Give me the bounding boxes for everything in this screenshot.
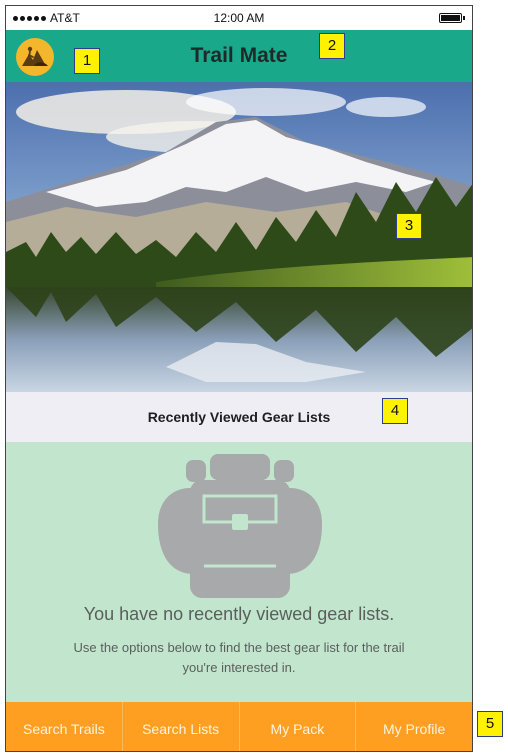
annotation-badge-1: 1 — [74, 48, 100, 74]
empty-state-title: You have no recently viewed gear lists. — [83, 604, 395, 624]
phone-frame: AT&T 12:00 AM Trail Mate Recently Viewed… — [5, 5, 473, 752]
annotation-badge-4: 4 — [382, 398, 408, 424]
annotation-badge-5: 5 — [477, 711, 503, 737]
tab-search-trails[interactable]: Search Trails — [6, 702, 123, 751]
annotation-badge-2: 2 — [319, 33, 345, 59]
empty-state-subtitle: Use the options below to find the best g… — [73, 640, 405, 675]
bottom-tab-bar: Search Trails Search Lists My Pack My Pr… — [6, 702, 472, 751]
tab-my-profile[interactable]: My Profile — [356, 702, 472, 751]
battery-icon — [439, 13, 465, 23]
empty-state: You have no recently viewed gear lists. … — [6, 442, 472, 702]
backpack-icon — [154, 454, 326, 604]
status-bar: AT&T 12:00 AM — [6, 6, 472, 30]
annotation-badge-3: 3 — [396, 213, 422, 239]
status-time: 12:00 AM — [213, 11, 265, 25]
tab-my-pack[interactable]: My Pack — [240, 702, 357, 751]
tab-search-lists[interactable]: Search Lists — [123, 702, 240, 751]
